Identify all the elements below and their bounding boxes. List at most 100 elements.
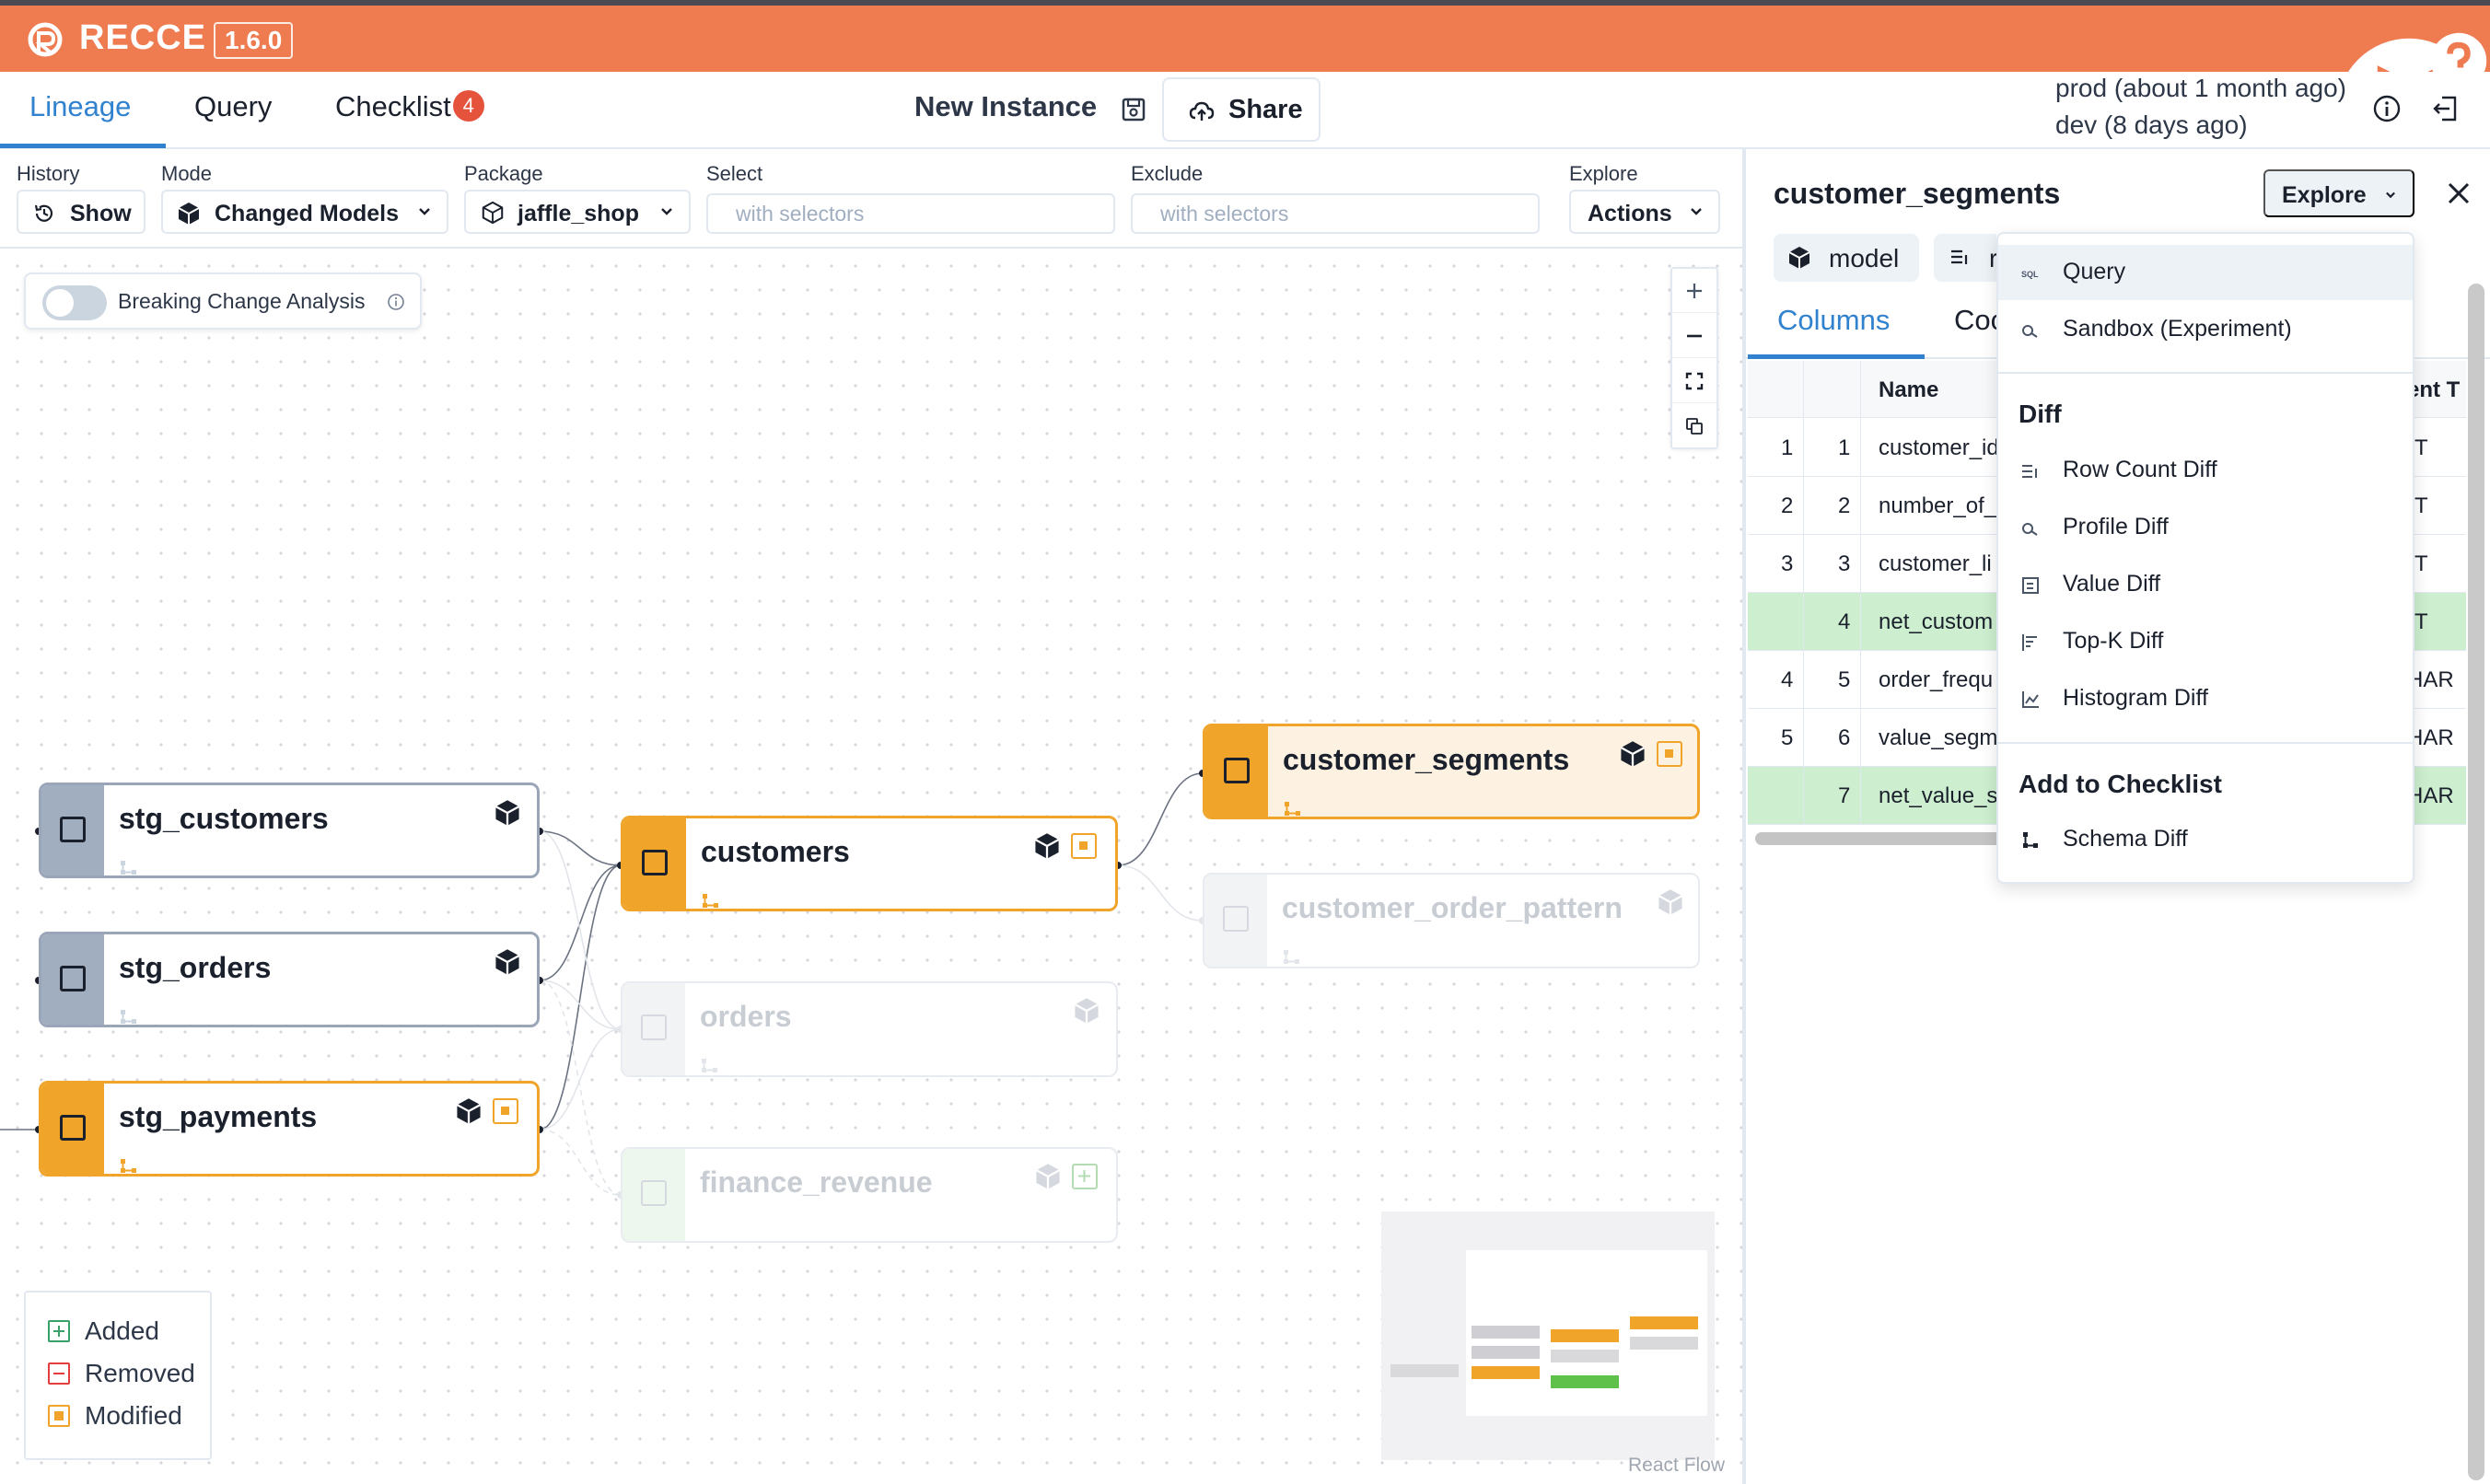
column-name: customer_id — [1879, 435, 1996, 460]
menu-item-schema-diff[interactable]: Schema Diff — [1998, 812, 2413, 867]
plus-icon — [1078, 1170, 1090, 1182]
minus-icon — [1687, 334, 1702, 338]
menu-divider — [1998, 372, 2413, 374]
current-index: 7 — [1838, 783, 1851, 808]
current-index: 5 — [1838, 667, 1851, 692]
resource-type-chip: model — [1774, 234, 1919, 282]
column-name: customer_li — [1879, 551, 1992, 576]
column-name: number_of_ — [1879, 493, 1996, 518]
node-select-checkbox[interactable] — [60, 817, 86, 842]
node-name: customer_order_pattern — [1282, 891, 1623, 924]
horizontal-scrollbar[interactable] — [1755, 832, 2022, 845]
menu-item-label: Top-K Diff — [2063, 628, 2164, 654]
minimap-node — [1472, 1346, 1540, 1359]
menu-item-topk-diff[interactable]: Top-K Diff — [1998, 614, 2413, 669]
node-finance-revenue[interactable]: finance_revenue — [621, 1147, 1118, 1243]
node-name: finance_revenue — [700, 1165, 933, 1199]
close-icon[interactable] — [2442, 177, 2475, 210]
sign-out-icon[interactable] — [2431, 94, 2461, 123]
plus-icon — [1687, 284, 1702, 298]
menu-item-row-count-diff[interactable]: Row Count Diff — [1998, 443, 2413, 498]
chevron-down-icon — [2386, 191, 2395, 199]
base-index: 3 — [1781, 551, 1794, 576]
breaking-change-toggle[interactable] — [42, 285, 107, 320]
list-icon — [1951, 249, 1968, 264]
node-customer-order-pattern[interactable]: customer_order_pattern — [1203, 873, 1700, 968]
topk-icon — [2022, 634, 2037, 651]
column-header-type: ent T — [2407, 377, 2461, 402]
column-name: value_segm — [1879, 725, 1996, 750]
minimap-node — [1551, 1375, 1619, 1388]
menu-item-histogram-diff[interactable]: Histogram Diff — [1998, 671, 2413, 726]
menu-item-value-diff[interactable]: Value Diff — [1998, 557, 2413, 612]
base-index: 1 — [1781, 435, 1794, 460]
model-cube-icon — [456, 1098, 482, 1124]
modified-legend-icon — [48, 1405, 70, 1427]
node-orders[interactable]: orders — [621, 981, 1118, 1077]
env-dev-info: dev (8 days ago) — [2055, 110, 2248, 139]
node-select-checkbox[interactable] — [1223, 906, 1249, 932]
node-select-checkbox[interactable] — [1224, 758, 1250, 783]
node-customers[interactable]: customers — [621, 816, 1118, 911]
menu-divider — [1998, 742, 2413, 744]
change-legend: Added Removed Modified — [24, 1291, 212, 1460]
node-select-checkbox[interactable] — [641, 1180, 667, 1206]
vertical-scrollbar[interactable] — [2468, 284, 2484, 1480]
row-count-chip: r — [1934, 234, 1997, 282]
node-stg-customers[interactable]: stg_customers — [39, 783, 540, 878]
tab-code[interactable]: Coc — [1954, 304, 1996, 337]
node-name: orders — [700, 1000, 792, 1033]
base-index: 2 — [1781, 493, 1794, 518]
menu-group-diff: Diff — [2019, 400, 2062, 428]
menu-item-profile-diff[interactable]: Profile Diff — [1998, 500, 2413, 555]
legend-modified: Modified — [85, 1401, 182, 1430]
modified-status-icon — [493, 1098, 518, 1124]
info-icon[interactable] — [387, 293, 405, 311]
grid-divider — [1803, 361, 1804, 825]
active-panel-tab-indicator — [1748, 354, 1925, 359]
node-select-checkbox[interactable] — [60, 966, 86, 991]
node-name: customer_segments — [1283, 743, 1570, 776]
info-icon[interactable] — [2372, 94, 2402, 123]
model-cube-icon — [495, 800, 520, 826]
node-select-checkbox[interactable] — [60, 1115, 86, 1141]
row-count-icon — [2022, 465, 2037, 478]
node-stg-orders[interactable]: stg_orders — [39, 932, 540, 1027]
node-select-checkbox[interactable] — [641, 1014, 667, 1040]
menu-item-sandbox[interactable]: Sandbox (Experiment) — [1998, 302, 2413, 357]
model-cube-icon — [1658, 889, 1683, 915]
node-select-checkbox[interactable] — [642, 850, 668, 875]
node-stg-payments[interactable]: stg_payments — [39, 1081, 540, 1177]
tab-columns[interactable]: Columns — [1777, 304, 1890, 337]
menu-item-label: Histogram Diff — [2063, 685, 2208, 711]
zoom-out-button[interactable] — [1672, 314, 1716, 358]
model-cube-icon — [1034, 833, 1060, 859]
minimap[interactable] — [1381, 1212, 1715, 1460]
copy-icon — [1686, 418, 1703, 435]
model-cube-icon — [1074, 998, 1100, 1024]
current-index: 1 — [1838, 435, 1851, 460]
react-flow-attribution[interactable]: React Flow — [1628, 1455, 1725, 1477]
fit-view-button[interactable] — [1672, 359, 1716, 403]
histogram-icon — [2022, 691, 2039, 708]
menu-item-label: Sandbox (Experiment) — [2063, 316, 2292, 342]
svg-text:SQL: SQL — [2021, 270, 2039, 279]
minimap-node — [1630, 1316, 1698, 1329]
sandbox-icon — [2022, 325, 2038, 338]
zoom-in-button[interactable] — [1672, 269, 1716, 313]
value-diff-icon — [2022, 577, 2039, 594]
minimap-node — [1551, 1350, 1619, 1362]
menu-item-query[interactable]: SQL Query — [1998, 245, 2413, 300]
removed-legend-icon — [48, 1362, 70, 1385]
copy-image-button[interactable] — [1672, 404, 1716, 448]
legend-added: Added — [85, 1316, 159, 1345]
current-index: 6 — [1838, 725, 1851, 750]
node-name: stg_orders — [119, 951, 272, 984]
minimap-node — [1472, 1366, 1540, 1379]
explore-button[interactable]: Explore — [2263, 169, 2414, 217]
env-prod-info: prod (about 1 month ago) — [2055, 74, 2346, 102]
added-status-icon — [1072, 1164, 1098, 1189]
column-lineage-icon — [703, 894, 718, 908]
column-type: T — [2414, 551, 2428, 576]
node-customer-segments[interactable]: customer_segments — [1203, 724, 1700, 819]
